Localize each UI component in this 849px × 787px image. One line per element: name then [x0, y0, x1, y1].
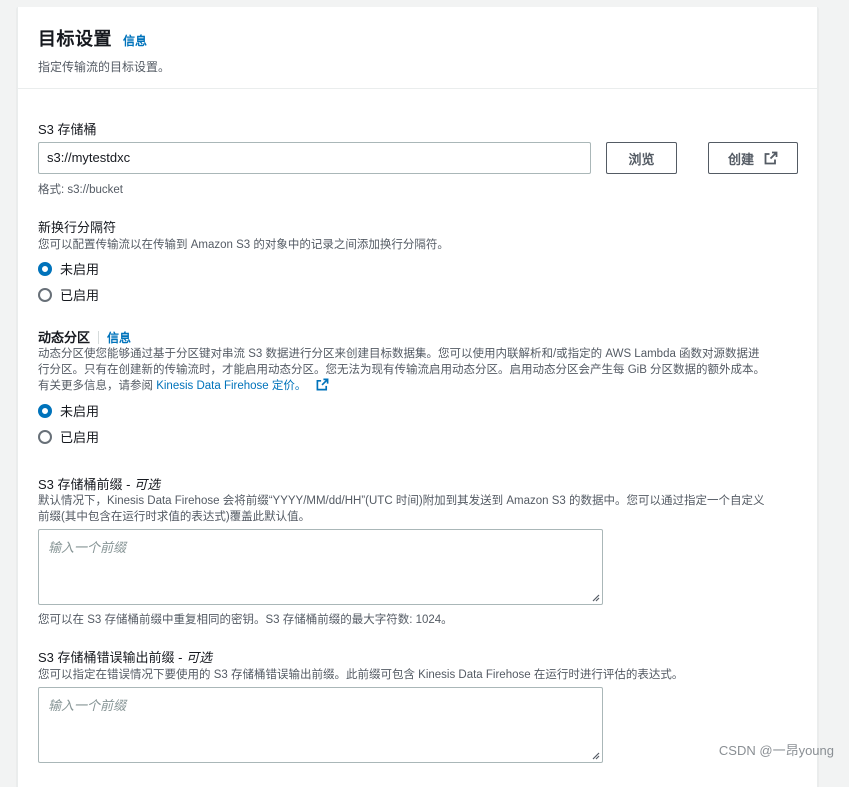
dynamic-partition-label: 动态分区	[38, 330, 90, 345]
csdn-watermark: CSDN @一昂young	[719, 740, 834, 759]
browse-button-label: 浏览	[628, 149, 654, 168]
external-link-icon[interactable]	[316, 378, 329, 391]
radio-label: 已启用	[60, 285, 99, 304]
s3-prefix-placeholder: 输入一个前缀	[48, 540, 126, 555]
radio-unchecked-icon	[38, 430, 52, 444]
newline-delimiter-label: 新换行分隔符	[38, 217, 116, 236]
destination-settings-panel: 目标设置 信息 指定传输流的目标设置。 S3 存储桶 s3://mytestdx…	[17, 7, 818, 787]
external-link-icon	[764, 151, 778, 165]
radio-label: 未启用	[60, 401, 99, 420]
panel-header: 目标设置 信息 指定传输流的目标设置。	[18, 7, 817, 89]
radio-checked-icon	[38, 262, 52, 276]
newline-option-disabled[interactable]: 未启用	[38, 259, 99, 278]
radio-label: 未启用	[60, 259, 99, 278]
dynamic-partition-option-disabled[interactable]: 未启用	[38, 401, 99, 420]
s3-error-prefix-textarea[interactable]: 输入一个前缀	[38, 687, 603, 763]
s3-error-prefix-placeholder: 输入一个前缀	[48, 698, 126, 713]
create-button[interactable]: 创建	[708, 142, 798, 174]
optional-tag: 可选	[186, 650, 212, 665]
dynamic-partition-description: 动态分区使您能够通过基于分区键对串流 S3 数据进行分区来创建目标数据集。您可以…	[38, 346, 798, 394]
radio-checked-icon	[38, 404, 52, 418]
resize-handle-icon[interactable]	[590, 592, 600, 602]
panel-title: 目标设置	[38, 25, 112, 51]
dynamic-partition-description-line3: 有关更多信息，请参阅	[38, 380, 153, 392]
s3-error-prefix-label: S3 存储桶错误输出前缀 - 可选	[38, 647, 212, 666]
s3-prefix-description-line1: 默认情况下，Kinesis Data Firehose 会将前缀“YYYY/MM…	[38, 493, 798, 509]
s3-prefix-label: S3 存储桶前缀 - 可选	[38, 474, 160, 493]
s3-prefix-description: 默认情况下，Kinesis Data Firehose 会将前缀“YYYY/MM…	[38, 493, 798, 525]
dynamic-partition-heading: 动态分区 信息	[38, 327, 131, 346]
radio-label: 已启用	[60, 427, 99, 446]
s3-bucket-input[interactable]: s3://mytestdxc	[38, 142, 591, 174]
s3-error-prefix-description: 您可以指定在错误情况下要使用的 S3 存储桶错误输出前缀。此前缀可包含 Kine…	[38, 667, 683, 683]
divider	[98, 331, 99, 344]
newline-option-enabled[interactable]: 已启用	[38, 285, 99, 304]
s3-bucket-label: S3 存储桶	[38, 119, 97, 138]
s3-prefix-textarea[interactable]: 输入一个前缀	[38, 529, 603, 605]
dynamic-partition-info-link[interactable]: 信息	[107, 331, 131, 345]
s3-error-prefix-label-text: S3 存储桶错误输出前缀 -	[38, 650, 186, 665]
dynamic-partition-option-enabled[interactable]: 已启用	[38, 427, 99, 446]
resize-handle-icon[interactable]	[590, 750, 600, 760]
optional-tag: 可选	[134, 477, 160, 492]
create-button-label: 创建	[728, 149, 754, 168]
info-link[interactable]: 信息	[123, 32, 147, 49]
radio-unchecked-icon	[38, 288, 52, 302]
panel-description: 指定传输流的目标设置。	[38, 58, 817, 75]
s3-prefix-hint: 您可以在 S3 存储桶前缀中重复相同的密钥。S3 存储桶前缀的最大字符数: 10…	[38, 611, 453, 627]
newline-delimiter-description: 您可以配置传输流以在传输到 Amazon S3 的对象中的记录之间添加换行分隔符…	[38, 237, 449, 253]
browse-button[interactable]: 浏览	[606, 142, 677, 174]
pricing-link[interactable]: Kinesis Data Firehose 定价。	[156, 380, 306, 392]
s3-bucket-format-hint: 格式: s3://bucket	[38, 181, 123, 197]
s3-prefix-description-line2: 前缀(其中包含在运行时求值的表达式)覆盖此默认值。	[38, 509, 798, 525]
dynamic-partition-description-line2: 行分区。只有在创建新的传输流时，才能启用动态分区。您无法为现有传输流启用动态分区…	[38, 362, 798, 378]
s3-prefix-label-text: S3 存储桶前缀 -	[38, 477, 134, 492]
dynamic-partition-description-line1: 动态分区使您能够通过基于分区键对串流 S3 数据进行分区来创建目标数据集。您可以…	[38, 346, 798, 362]
